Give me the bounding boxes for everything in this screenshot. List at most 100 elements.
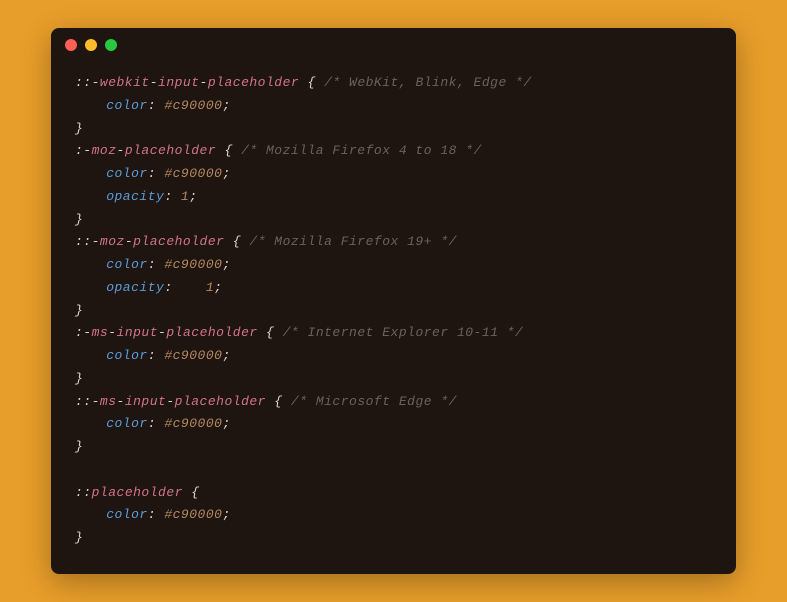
property-value: 1 [181, 189, 189, 204]
property-name: opacity [106, 280, 164, 295]
selector-part: input [158, 75, 200, 90]
selector-dash: - [150, 75, 158, 90]
semicolon: ; [189, 189, 197, 204]
code-editor: ::-webkit-input-placeholder { /* WebKit,… [51, 62, 736, 574]
code-line: color: #c90000; [75, 95, 712, 118]
selector-part: placeholder [175, 394, 266, 409]
code-line: ::-moz-placeholder { /* Mozilla Firefox … [75, 231, 712, 254]
semicolon: ; [222, 257, 230, 272]
semicolon: ; [222, 98, 230, 113]
property-value: #c90000 [164, 416, 222, 431]
colon: : [148, 348, 165, 363]
selector-colon: ::- [75, 394, 100, 409]
colon: : [148, 257, 165, 272]
brace-open: { [233, 234, 241, 249]
code-line: color: #c90000; [75, 345, 712, 368]
semicolon: ; [222, 348, 230, 363]
colon: : [148, 98, 165, 113]
brace-close: } [75, 371, 83, 386]
close-icon[interactable] [65, 39, 77, 51]
selector-part: placeholder [125, 143, 216, 158]
brace-close: } [75, 121, 83, 136]
colon: : [148, 507, 165, 522]
property-value: #c90000 [164, 257, 222, 272]
comment: /* Internet Explorer 10-11 */ [283, 325, 524, 340]
property-name: color [106, 166, 148, 181]
minimize-icon[interactable] [85, 39, 97, 51]
code-line: color: #c90000; [75, 413, 712, 436]
semicolon: ; [222, 416, 230, 431]
property-value: #c90000 [164, 166, 222, 181]
code-line: } [75, 118, 712, 141]
selector-colon: ::- [75, 75, 100, 90]
selector-part: ms [92, 325, 109, 340]
code-line: :-ms-input-placeholder { /* Internet Exp… [75, 322, 712, 345]
selector-part: placeholder [166, 325, 257, 340]
brace-open: { [266, 325, 274, 340]
comment: /* Microsoft Edge */ [291, 394, 457, 409]
selector-part: webkit [100, 75, 150, 90]
selector-part: moz [100, 234, 125, 249]
selector-dash: - [108, 325, 116, 340]
comment: /* Mozilla Firefox 4 to 18 */ [241, 143, 482, 158]
selector-dash: - [117, 394, 125, 409]
titlebar [51, 28, 736, 62]
property-value: #c90000 [164, 98, 222, 113]
brace-close: } [75, 212, 83, 227]
brace-close: } [75, 303, 83, 318]
property-name: color [106, 257, 148, 272]
property-name: color [106, 416, 148, 431]
maximize-icon[interactable] [105, 39, 117, 51]
code-line: } [75, 209, 712, 232]
code-line: :-moz-placeholder { /* Mozilla Firefox 4… [75, 140, 712, 163]
colon: : [148, 166, 165, 181]
selector-colon: :: [75, 485, 92, 500]
property-value: #c90000 [164, 507, 222, 522]
selector-part: input [125, 394, 167, 409]
brace-open: { [191, 485, 199, 500]
selector-part: input [117, 325, 159, 340]
selector-part: placeholder [133, 234, 224, 249]
property-name: color [106, 348, 148, 363]
code-line: } [75, 300, 712, 323]
code-line [75, 459, 712, 482]
property-name: opacity [106, 189, 164, 204]
code-window: ::-webkit-input-placeholder { /* WebKit,… [51, 28, 736, 574]
selector-dash: - [117, 143, 125, 158]
semicolon: ; [222, 166, 230, 181]
colon: : [164, 280, 181, 295]
code-line: } [75, 527, 712, 550]
selector-part: placeholder [92, 485, 183, 500]
code-line: ::-webkit-input-placeholder { /* WebKit,… [75, 72, 712, 95]
selector-colon: :- [75, 143, 92, 158]
brace-close: } [75, 439, 83, 454]
brace-open: { [308, 75, 316, 90]
code-line: ::-ms-input-placeholder { /* Microsoft E… [75, 391, 712, 414]
code-line: color: #c90000; [75, 504, 712, 527]
selector-colon: ::- [75, 234, 100, 249]
code-line: color: #c90000; [75, 254, 712, 277]
colon: : [148, 416, 165, 431]
comment: /* WebKit, Blink, Edge */ [324, 75, 532, 90]
selector-dash: - [200, 75, 208, 90]
colon: : [164, 189, 181, 204]
code-line: ::placeholder { [75, 482, 712, 505]
selector-part: moz [92, 143, 117, 158]
code-line: opacity: 1; [75, 186, 712, 209]
code-line: } [75, 368, 712, 391]
property-name: color [106, 98, 148, 113]
selector-part: placeholder [208, 75, 299, 90]
brace-close: } [75, 530, 83, 545]
brace-open: { [224, 143, 232, 158]
code-line: color: #c90000; [75, 163, 712, 186]
code-line: } [75, 436, 712, 459]
brace-open: { [274, 394, 282, 409]
property-name: color [106, 507, 148, 522]
property-value: 1 [206, 280, 214, 295]
selector-dash: - [125, 234, 133, 249]
semicolon: ; [214, 280, 222, 295]
property-value: #c90000 [164, 348, 222, 363]
code-line: opacity: 1; [75, 277, 712, 300]
selector-dash: - [166, 394, 174, 409]
selector-part: ms [100, 394, 117, 409]
